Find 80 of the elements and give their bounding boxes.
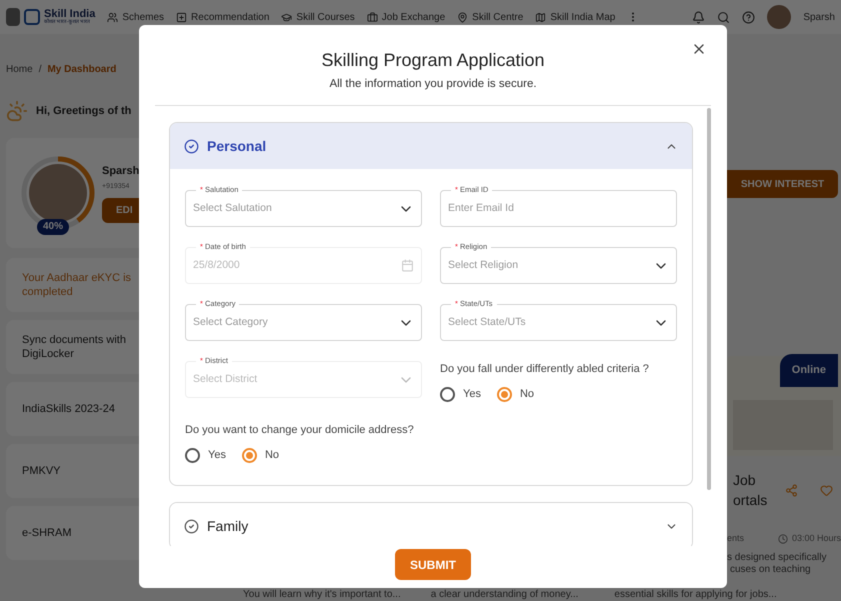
nav-link[interactable]: Job Exchange bbox=[366, 10, 446, 24]
course-description: cuses on teaching bbox=[729, 564, 812, 576]
accordion-header[interactable]: Personal bbox=[170, 123, 692, 170]
completion-badge: 40% bbox=[37, 219, 70, 235]
radio-label: Yes bbox=[463, 386, 481, 402]
dashboard-card[interactable]: Your Aadhaar eKYC is completed bbox=[6, 258, 139, 312]
field-value: 25/8/2000 bbox=[193, 258, 241, 273]
logo-text: Skill India bbox=[44, 9, 96, 20]
dashboard-card[interactable]: e-SHRAM bbox=[6, 506, 139, 560]
question-label: Do you fall under differently abled criteria ? bbox=[440, 362, 650, 378]
nav-item-icon bbox=[457, 12, 468, 22]
card-title: completed bbox=[22, 285, 74, 299]
nav-item-icon bbox=[176, 12, 188, 22]
help-icon[interactable] bbox=[742, 10, 756, 24]
field-placeholder: Enter Email Id bbox=[448, 200, 515, 216]
search-icon[interactable] bbox=[717, 10, 730, 24]
card-title: e-SHRAM bbox=[22, 526, 73, 540]
section-title: Family bbox=[207, 516, 250, 536]
submit-button[interactable]: SUBMIT bbox=[395, 549, 471, 580]
online-badge: Online bbox=[780, 354, 838, 386]
radio-button[interactable] bbox=[185, 448, 200, 462]
radio-label: No bbox=[264, 448, 280, 463]
nav-item-icon bbox=[281, 12, 292, 22]
check-circle-icon bbox=[184, 518, 199, 534]
field-placeholder: Select Salutation bbox=[193, 200, 273, 216]
breadcrumb-link[interactable]: Home bbox=[6, 62, 33, 78]
nav-link[interactable]: Schemes bbox=[107, 10, 164, 24]
nav-link[interactable]: Skill Courses bbox=[281, 10, 355, 24]
field-placeholder: Select District bbox=[193, 372, 258, 387]
check-circle-icon bbox=[184, 138, 199, 154]
dashboard-card[interactable]: Sync documents with DigiLocker bbox=[6, 320, 139, 374]
breadcrumb-separator: / bbox=[38, 63, 42, 77]
profile-name: Sparsh bbox=[102, 164, 140, 179]
dashboard-card[interactable]: PMKVY bbox=[6, 444, 139, 498]
weather-icon bbox=[6, 100, 28, 122]
course-meta: ents bbox=[727, 532, 744, 545]
logo-icon bbox=[24, 9, 40, 25]
card-title: Sync documents with bbox=[22, 333, 127, 347]
dialog-title: Skilling Program Application bbox=[321, 49, 545, 72]
card-title: DigiLocker bbox=[22, 347, 75, 361]
nav-item-icon bbox=[107, 12, 118, 22]
field-placeholder: Select Religion bbox=[448, 258, 520, 273]
nav-item-icon bbox=[366, 12, 378, 22]
course-description: s designed specifically bbox=[727, 552, 828, 564]
nav-link[interactable]: Recommendation bbox=[176, 10, 270, 24]
radio-label: No bbox=[520, 386, 534, 402]
show-interest-button[interactable]: SHOW INTEREST bbox=[727, 170, 838, 198]
greeting-text: Hi, Greetings of th bbox=[36, 104, 132, 119]
nav-link[interactable]: Skill Centre bbox=[457, 10, 524, 24]
course-description: You will learn why it's important to... bbox=[243, 588, 401, 601]
section-title: Personal bbox=[207, 136, 268, 156]
dashboard-card[interactable]: IndiaSkills 2023-24 bbox=[6, 382, 139, 436]
course-duration: 03:00 Hours bbox=[792, 532, 841, 545]
clock-icon bbox=[778, 534, 788, 544]
nav-item-icon bbox=[535, 12, 546, 22]
dialog-subtitle: All the information you provide is secure. bbox=[329, 77, 537, 92]
card-title: Your Aadhaar eKYC is bbox=[22, 271, 132, 285]
calendar-icon bbox=[401, 259, 414, 272]
field-placeholder: Select Category bbox=[193, 314, 269, 330]
card-title: IndiaSkills 2023-24 bbox=[22, 402, 116, 416]
course-title: Job bbox=[733, 471, 757, 490]
radio-button[interactable] bbox=[440, 386, 455, 402]
course-title: ortals bbox=[733, 491, 768, 510]
course-description: a clear understanding of money... bbox=[430, 588, 578, 601]
avatar[interactable] bbox=[767, 5, 792, 29]
radio-label: Yes bbox=[208, 448, 226, 463]
question-label: Do you want to change your domicile address? bbox=[185, 423, 415, 438]
accordion-header[interactable]: Family bbox=[170, 503, 692, 546]
radio-button[interactable] bbox=[496, 386, 512, 402]
heart-icon[interactable] bbox=[820, 484, 833, 496]
radio-button[interactable] bbox=[242, 448, 257, 462]
breadcrumb-link[interactable]: My Dashboard bbox=[47, 62, 116, 78]
user-name: Sparsh bbox=[803, 10, 835, 24]
scrollbar[interactable] bbox=[707, 108, 711, 490]
bell-icon[interactable] bbox=[692, 10, 706, 24]
share-icon[interactable] bbox=[785, 484, 798, 496]
course-description: essential skills for applying for jobs... bbox=[614, 588, 777, 601]
nav-link[interactable]: Skill India Map bbox=[535, 10, 616, 24]
field-placeholder: Select State/UTs bbox=[448, 314, 527, 330]
card-title: PMKVY bbox=[22, 464, 62, 478]
